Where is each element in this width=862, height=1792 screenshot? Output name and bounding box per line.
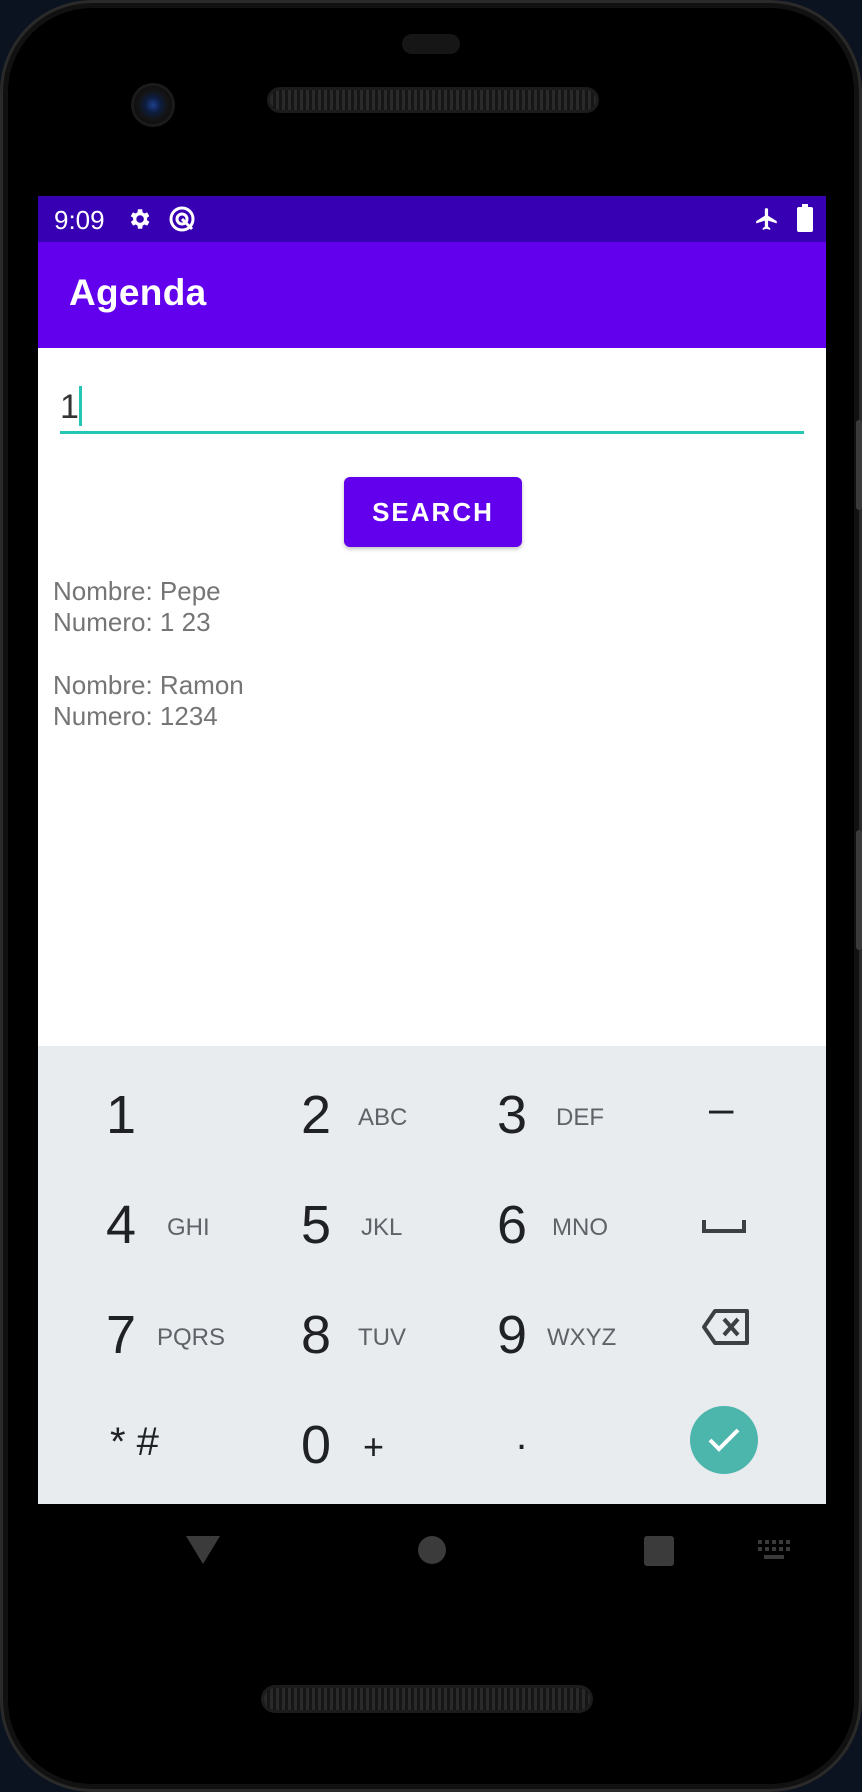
contact-number: Numero: 1 23 xyxy=(53,607,211,637)
key-letters: PQRS xyxy=(157,1324,226,1351)
key-space[interactable] xyxy=(629,1156,826,1266)
key-9[interactable]: 9 WXYZ xyxy=(432,1266,629,1376)
gear-icon xyxy=(130,209,150,229)
contact-name: Nombre: Pepe xyxy=(53,576,221,606)
earpiece-speaker xyxy=(270,90,596,110)
key-3[interactable]: 3 DEF xyxy=(432,1046,629,1156)
recents-icon[interactable] xyxy=(644,1536,674,1566)
numeric-keyboard: 1 2 ABC 3 DEF – 4 GHI 5 JKL 6 MNO 7 PQRS… xyxy=(38,1046,826,1504)
volume-button xyxy=(856,420,862,510)
key-main: 7 xyxy=(106,1305,137,1365)
key-main: * # xyxy=(110,1420,159,1464)
app-bar: Agenda xyxy=(38,242,826,348)
key-backspace[interactable] xyxy=(629,1266,826,1376)
key-letters: + xyxy=(363,1426,385,1467)
contact-number: Numero: 1234 xyxy=(53,701,218,731)
key-main: 4 xyxy=(106,1195,137,1255)
key-main: 5 xyxy=(301,1195,332,1255)
contact-name: Nombre: Ramon xyxy=(53,670,244,700)
key-done[interactable] xyxy=(629,1376,826,1486)
app-title: Agenda xyxy=(69,272,207,313)
key-2[interactable]: 2 ABC xyxy=(235,1046,432,1156)
key-8[interactable]: 8 TUV xyxy=(235,1266,432,1376)
airplane-icon xyxy=(756,208,777,230)
power-button xyxy=(856,830,862,950)
search-button[interactable]: SEARCH xyxy=(344,477,522,547)
search-input-value: 1 xyxy=(60,388,79,426)
keyboard-switch-icon[interactable] xyxy=(758,1540,790,1562)
key-minus[interactable]: – xyxy=(629,1046,826,1156)
key-1[interactable]: 1 xyxy=(38,1046,235,1156)
key-main: – xyxy=(709,1084,734,1133)
phone-frame: 9:09 Agenda 1 SEARCH Nombre: Pepe Numero… xyxy=(0,0,862,1792)
key-main: 0 xyxy=(301,1415,332,1475)
key-letters: WXYZ xyxy=(547,1324,617,1351)
key-main: . xyxy=(516,1414,528,1458)
sync-icon xyxy=(169,206,195,232)
home-icon[interactable] xyxy=(418,1536,446,1564)
key-5[interactable]: 5 JKL xyxy=(235,1156,432,1266)
key-6[interactable]: 6 MNO xyxy=(432,1156,629,1266)
screen: 9:09 Agenda 1 SEARCH Nombre: Pepe Numero… xyxy=(38,196,826,1504)
key-letters: JKL xyxy=(361,1214,403,1241)
key-dot[interactable]: . xyxy=(432,1376,629,1486)
search-input[interactable]: 1 xyxy=(60,376,804,434)
key-4[interactable]: 4 GHI xyxy=(38,1156,235,1266)
back-icon[interactable] xyxy=(186,1534,220,1564)
key-letters: GHI xyxy=(167,1214,210,1241)
backspace-icon xyxy=(702,1309,749,1345)
bottom-speaker xyxy=(264,1688,590,1710)
key-main: 9 xyxy=(497,1305,528,1365)
key-star-hash[interactable]: * # xyxy=(38,1376,235,1486)
done-check-icon xyxy=(708,1428,740,1452)
battery-icon xyxy=(797,204,813,232)
key-main: 2 xyxy=(301,1085,332,1145)
list-item: Nombre: Ramon Numero: 1234 xyxy=(53,670,793,732)
key-letters: MNO xyxy=(552,1214,608,1241)
space-icon xyxy=(702,1220,746,1233)
key-7[interactable]: 7 PQRS xyxy=(38,1266,235,1376)
results-list: Nombre: Pepe Numero: 1 23 Nombre: Ramon … xyxy=(53,576,793,764)
search-input-underline xyxy=(60,431,804,434)
status-time: 9:09 xyxy=(54,205,105,235)
key-letters: ABC xyxy=(358,1104,408,1131)
done-button-circle xyxy=(690,1406,758,1474)
list-item: Nombre: Pepe Numero: 1 23 xyxy=(53,576,793,638)
key-letters: DEF xyxy=(556,1104,604,1131)
key-letters: TUV xyxy=(358,1324,406,1351)
key-main: 8 xyxy=(301,1305,332,1365)
key-0[interactable]: 0 + xyxy=(235,1376,432,1486)
key-main: 1 xyxy=(106,1085,137,1145)
text-cursor xyxy=(79,386,82,426)
status-bar: 9:09 xyxy=(38,196,826,242)
key-main: 3 xyxy=(497,1085,528,1145)
key-main: 6 xyxy=(497,1195,528,1255)
top-sensor xyxy=(402,34,460,54)
front-camera xyxy=(134,86,172,124)
